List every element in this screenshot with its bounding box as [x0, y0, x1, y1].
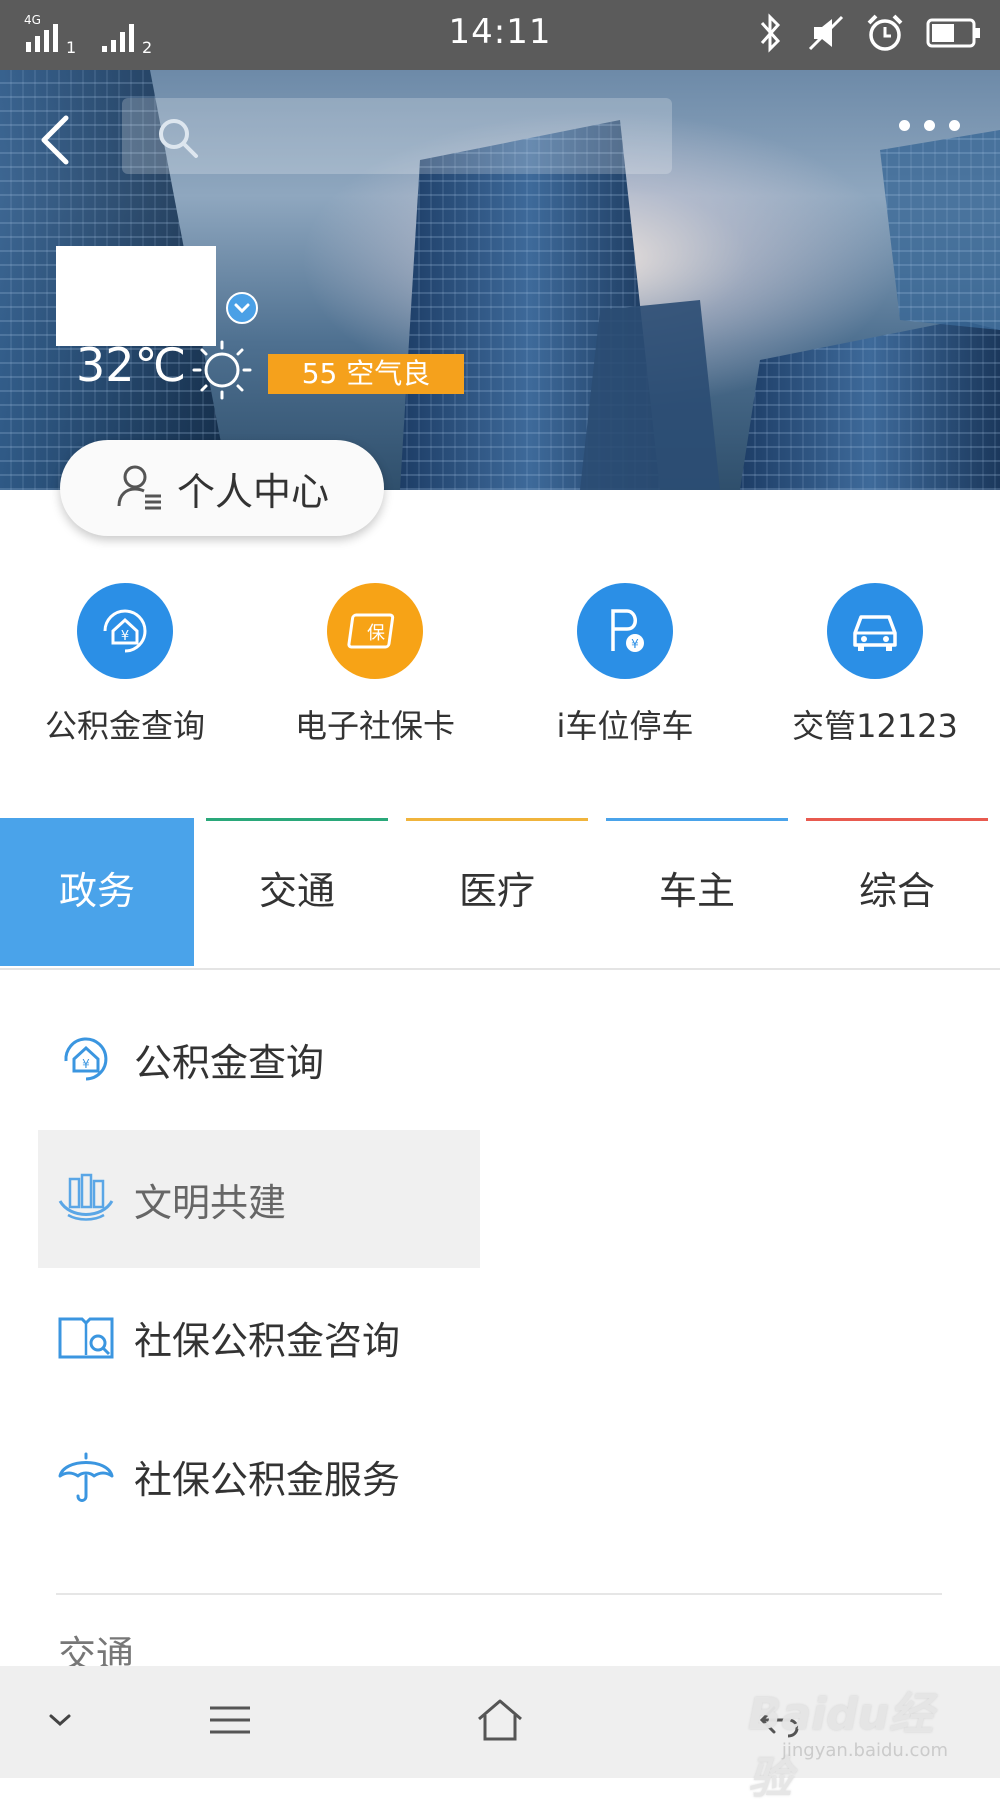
- personal-center-button[interactable]: 个人中心: [60, 440, 384, 536]
- list-item-label: 文明共建: [134, 1180, 287, 1225]
- tab-car-owner[interactable]: 车主: [600, 818, 794, 966]
- civilization-building-icon: [56, 1169, 116, 1229]
- search-input[interactable]: [122, 98, 672, 174]
- menu-icon: [206, 1700, 254, 1744]
- list-item-label: 公积金查询: [134, 1040, 325, 1085]
- battery-icon: [926, 16, 982, 54]
- parking-icon: ¥: [577, 583, 673, 679]
- search-icon: [156, 116, 200, 164]
- umbrella-icon: [56, 1446, 116, 1506]
- bluetooth-icon: [756, 13, 786, 57]
- quick-service-label: 公积金查询: [44, 707, 205, 745]
- sun-icon: [192, 340, 252, 404]
- more-dots-icon: [899, 120, 910, 131]
- user-list-icon: [115, 462, 163, 514]
- home-icon: [475, 1697, 525, 1747]
- tab-traffic[interactable]: 交通: [200, 818, 394, 966]
- tab-label: 政务: [58, 869, 135, 913]
- quick-service-traffic[interactable]: 交管12123: [750, 580, 1000, 747]
- list-item-social-service[interactable]: 社保公积金服务: [38, 1407, 480, 1545]
- air-quality-badge: 55 空气良: [268, 354, 464, 394]
- tab-general[interactable]: 综合: [800, 818, 994, 966]
- city-name-redacted[interactable]: [56, 246, 216, 346]
- section-divider: [56, 1593, 942, 1595]
- watermark: Baidu经验 jingyan.baidu.com: [748, 1666, 948, 1804]
- housing-fund-outline-icon: ¥: [56, 1029, 116, 1089]
- personal-center-label: 个人中心: [176, 469, 329, 514]
- svg-text:¥: ¥: [631, 637, 639, 651]
- temperature: 32℃: [76, 338, 187, 392]
- category-tabs: 政务 交通 医疗 车主 综合: [0, 818, 1000, 970]
- svg-text:保: 保: [367, 623, 385, 644]
- list-item-social-consult[interactable]: 社保公积金咨询: [38, 1268, 480, 1406]
- status-bar: 4G 1 2 14:11: [0, 0, 1000, 70]
- list-item-civilization[interactable]: 文明共建: [38, 1130, 480, 1268]
- tab-label: 车主: [658, 869, 735, 913]
- list-item-housing-fund[interactable]: ¥ 公积金查询: [38, 990, 480, 1128]
- chevron-down-icon: [47, 1710, 73, 1734]
- tab-government[interactable]: 政务: [0, 818, 194, 966]
- book-search-icon: [56, 1307, 116, 1367]
- tab-label: 交通: [258, 869, 335, 913]
- nav-collapse-button[interactable]: [30, 1666, 90, 1778]
- quick-service-label: 电子社保卡: [294, 707, 455, 745]
- tab-label: 综合: [858, 869, 935, 913]
- quick-service-social-card[interactable]: 保 电子社保卡: [250, 580, 500, 747]
- hero-banner: 32℃ 55 空气良: [0, 70, 1000, 490]
- svg-text:¥: ¥: [82, 1057, 90, 1071]
- list-item-label: 社保公积金服务: [134, 1457, 401, 1502]
- nav-home-button[interactable]: [460, 1666, 540, 1778]
- more-menu-button[interactable]: [899, 120, 960, 131]
- city-dropdown-icon[interactable]: [226, 292, 258, 324]
- tab-label: 医疗: [458, 869, 535, 913]
- mute-icon: [808, 13, 844, 57]
- nav-menu-button[interactable]: [190, 1666, 270, 1778]
- watermark-url: jingyan.baidu.com: [781, 1740, 948, 1761]
- quick-service-housing-fund[interactable]: ¥ 公积金查询: [0, 580, 250, 747]
- alarm-icon: [866, 13, 904, 57]
- svg-text:¥: ¥: [121, 629, 129, 644]
- quick-services: ¥ 公积金查询 保 电子社保卡 ¥ i车位停车 交管12123: [0, 580, 1000, 750]
- quick-service-label: i车位停车: [556, 707, 694, 745]
- housing-fund-icon: ¥: [77, 583, 173, 679]
- quick-service-parking[interactable]: ¥ i车位停车: [500, 580, 750, 747]
- quick-service-label: 交管12123: [792, 707, 958, 745]
- tab-medical[interactable]: 医疗: [400, 818, 594, 966]
- insurance-card-icon: 保: [327, 583, 423, 679]
- back-button[interactable]: [36, 112, 86, 172]
- list-item-label: 社保公积金咨询: [134, 1318, 401, 1363]
- car-icon: [827, 583, 923, 679]
